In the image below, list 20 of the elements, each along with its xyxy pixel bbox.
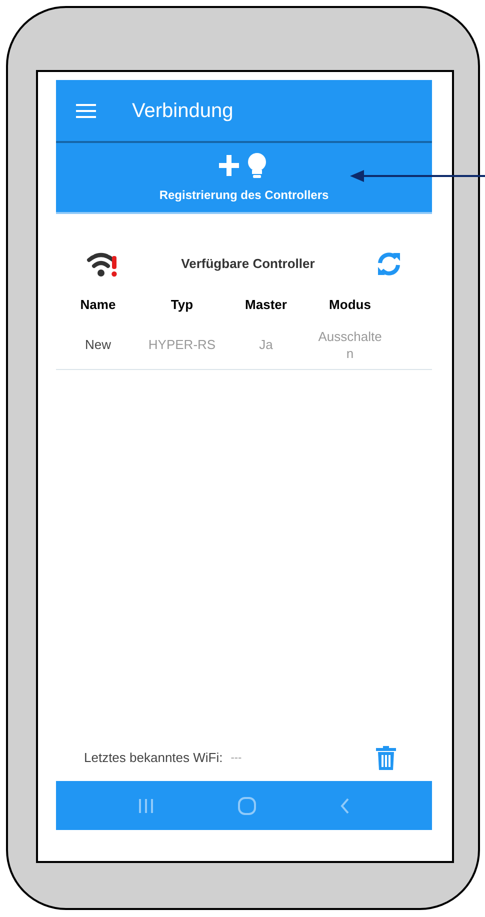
register-button[interactable]: Registrierung des Controllers [56,143,432,214]
table-cell: New [84,336,111,353]
table-cell: Ja [259,336,273,353]
section-title: Verfügbare Controller [180,255,316,274]
menu-icon[interactable] [76,104,96,118]
table-cell: Ausschalten [317,328,383,362]
column-header: Master [244,296,288,314]
back-icon[interactable] [340,798,350,814]
column-header: Modus [328,296,372,314]
last-wifi-label: Letztes bekanntes WiFi: [84,749,223,768]
home-icon[interactable] [238,796,256,814]
screen-title: Verbindung [132,98,234,124]
table-cell: HYPER-RS [148,336,216,353]
recent-apps-icon[interactable] [138,798,154,814]
column-header: Name [79,296,117,314]
trash-icon[interactable] [376,746,396,770]
refresh-icon[interactable] [376,251,402,277]
last-wifi-value: --- [230,750,243,766]
column-header: Typ [170,296,194,314]
plus-bulb-icon [219,152,269,180]
